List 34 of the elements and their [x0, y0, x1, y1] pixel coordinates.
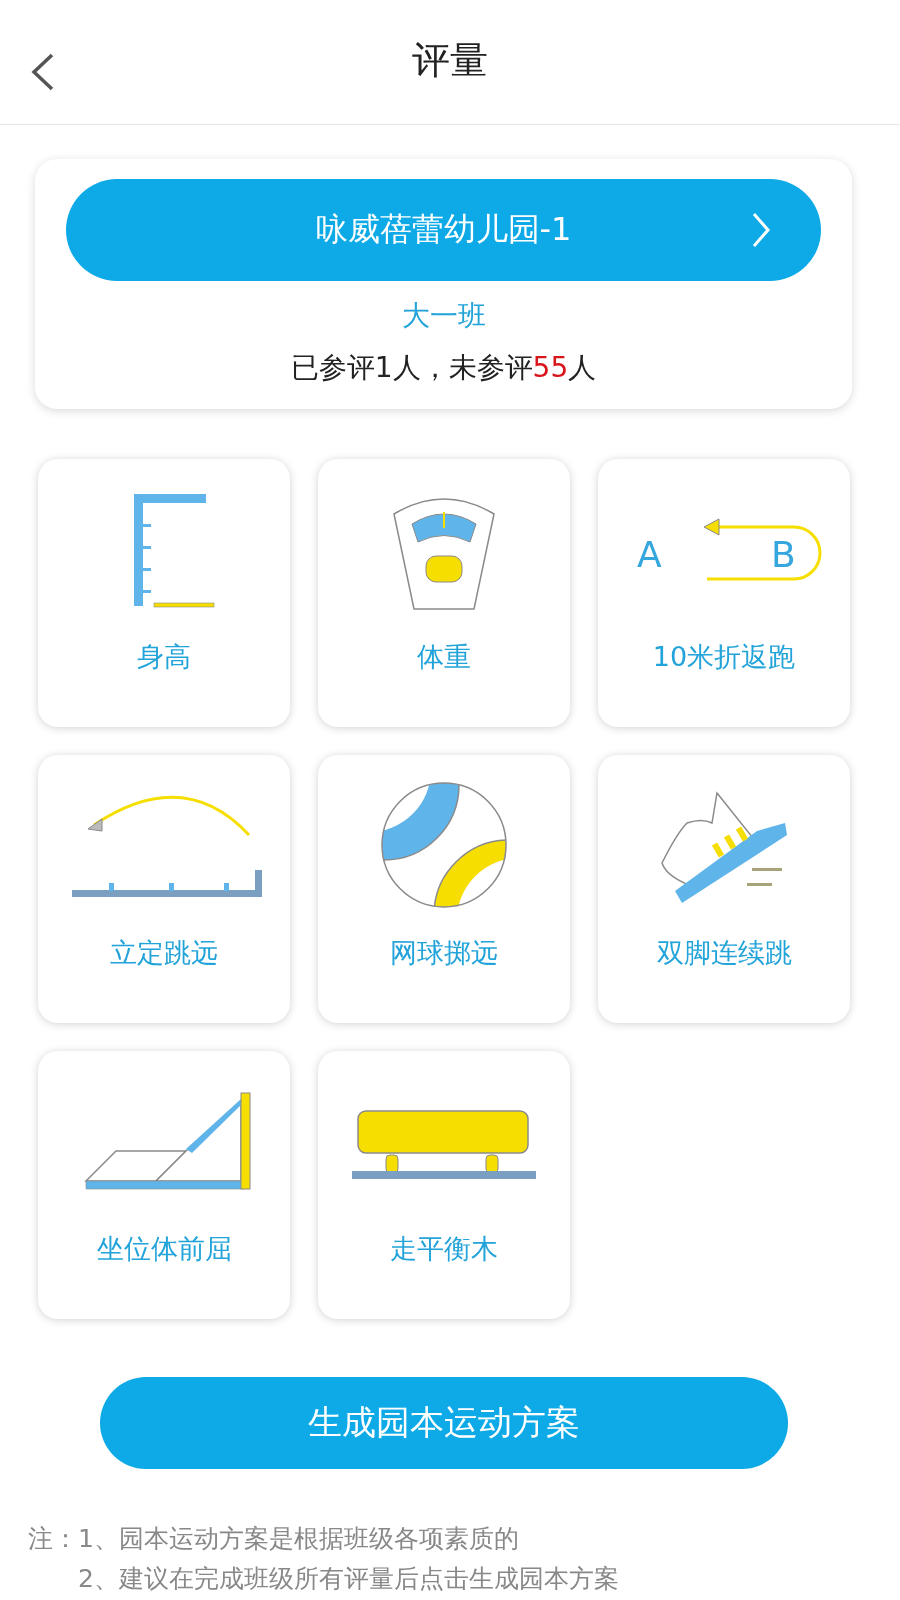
test-tile[interactable]: 走平衡木 [318, 1051, 570, 1319]
return-arrow-icon [703, 518, 822, 581]
test-label: 体重 [417, 640, 471, 674]
ball-icon [381, 782, 507, 908]
scale-icon [393, 498, 495, 610]
generate-plan-button[interactable]: 生成园本运动方案 [100, 1377, 788, 1469]
balance-beam-icon [352, 1110, 536, 1179]
test-tile[interactable]: 网球掷远 [318, 755, 570, 1023]
long-jump-icon [72, 796, 262, 897]
ruler-icon [134, 494, 215, 608]
test-tile[interactable]: 立定跳远 [38, 755, 290, 1023]
test-label: 立定跳远 [110, 936, 218, 970]
test-tile[interactable]: 体重 [318, 459, 570, 727]
test-label: 身高 [137, 640, 191, 674]
test-tile[interactable]: A B 10米折返跑 [598, 459, 850, 727]
sit-and-reach-icon [84, 1092, 251, 1190]
test-label: 网球掷远 [390, 936, 498, 970]
school-selector[interactable]: 咏威蓓蕾幼儿园-1 [66, 179, 821, 281]
point-label: B [771, 534, 796, 575]
note-text: 2、建议在完成班级所有评量后点击生成园本方案 [77, 1563, 620, 1595]
test-label: 双脚连续跳 [656, 936, 792, 970]
test-tile[interactable]: 坐位体前屈 [38, 1051, 290, 1319]
page-title: 评量 [412, 36, 488, 84]
chevron-right-icon [751, 212, 771, 248]
point-label: A [637, 534, 662, 575]
test-tile[interactable]: 身高 [38, 459, 290, 727]
sneaker-icon [660, 791, 787, 903]
test-tile[interactable]: 双脚连续跳 [598, 755, 850, 1023]
class-name: 大一班 [401, 298, 486, 334]
note-text: 注：1、园本运动方案是根据班级各项素质的 [28, 1523, 520, 1555]
test-label: 坐位体前屈 [96, 1232, 232, 1266]
test-label: 走平衡木 [390, 1232, 498, 1266]
test-label: 10米折返跑 [652, 640, 796, 674]
evaluation-status: 已参评1人，未参评55人 [290, 350, 597, 386]
